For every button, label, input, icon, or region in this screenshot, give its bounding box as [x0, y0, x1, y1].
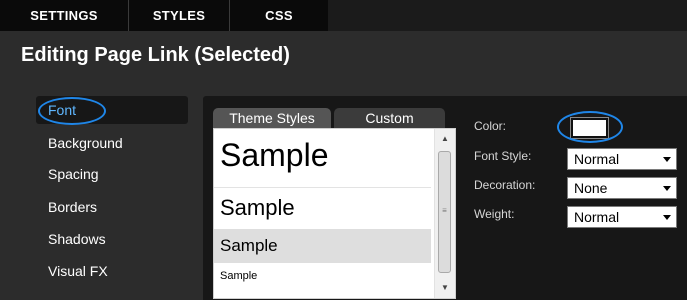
- decoration-label: Decoration:: [474, 178, 536, 192]
- sidebar-item-borders[interactable]: Borders: [36, 193, 188, 221]
- tab-styles[interactable]: STYLES: [129, 0, 230, 31]
- sidebar-item-background[interactable]: Background: [36, 129, 188, 157]
- sidebar-item-visual-fx[interactable]: Visual FX: [36, 257, 188, 285]
- highlight-ellipse: [557, 111, 623, 143]
- sidebar-item-label: Shadows: [48, 231, 106, 247]
- grip-icon: ≡: [442, 206, 447, 215]
- sidebar-item-label: Background: [48, 135, 123, 151]
- list-item-sample[interactable]: Sample: [214, 189, 431, 229]
- font-style-label: Font Style:: [474, 149, 532, 163]
- scroll-down-arrow-icon[interactable]: ▼: [435, 280, 455, 296]
- scroll-thumb[interactable]: ≡: [438, 151, 451, 273]
- tab-custom[interactable]: Custom: [334, 108, 445, 128]
- chevron-down-icon: [663, 157, 671, 162]
- tab-settings[interactable]: SETTINGS: [0, 0, 129, 31]
- color-label: Color:: [474, 119, 507, 133]
- chevron-down-icon: [663, 215, 671, 220]
- sample-list: Sample Sample Sample Sample ▲ ≡ ▼: [213, 128, 456, 299]
- weight-label: Weight:: [474, 207, 515, 221]
- tab-theme-styles[interactable]: Theme Styles: [213, 108, 331, 128]
- list-item-sample[interactable]: Sample: [214, 263, 431, 289]
- page-title: Editing Page Link (Selected): [21, 44, 290, 66]
- scrollbar[interactable]: ▲ ≡ ▼: [434, 129, 455, 298]
- sidebar-item-label: Borders: [48, 199, 98, 215]
- highlight-ellipse: [38, 97, 106, 125]
- select-value: Normal: [574, 209, 620, 225]
- sidebar-item-label: Spacing: [48, 166, 99, 182]
- sidebar-item-spacing[interactable]: Spacing: [36, 160, 188, 188]
- list-item-sample[interactable]: Sample: [214, 129, 431, 188]
- list-item-sample-selected[interactable]: Sample: [214, 229, 431, 263]
- top-tab-bar: SETTINGS STYLES CSS: [0, 0, 687, 31]
- sidebar-item-label: Visual FX: [48, 263, 108, 279]
- tab-css[interactable]: CSS: [230, 0, 328, 31]
- font-style-select[interactable]: Normal: [567, 148, 677, 170]
- weight-select[interactable]: Normal: [567, 206, 677, 228]
- chevron-down-icon: [663, 186, 671, 191]
- select-value: None: [574, 180, 608, 196]
- scroll-up-arrow-icon[interactable]: ▲: [435, 131, 455, 147]
- sidebar-item-shadows[interactable]: Shadows: [36, 225, 188, 253]
- decoration-select[interactable]: None: [567, 177, 677, 199]
- select-value: Normal: [574, 151, 620, 167]
